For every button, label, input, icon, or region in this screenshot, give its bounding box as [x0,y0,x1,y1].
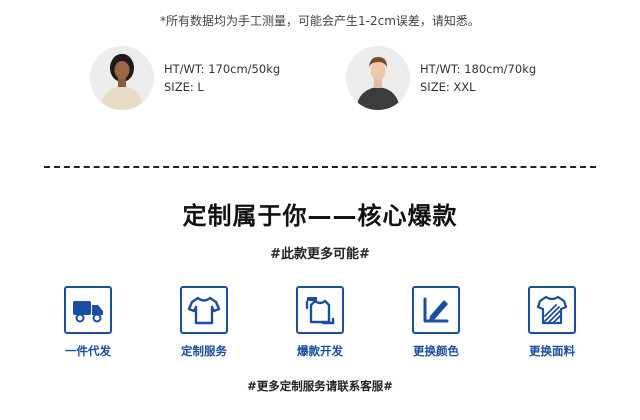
model-height-weight: HT/WT: 170cm/50kg [164,62,281,76]
model-card-male: HT/WT: 180cm/70kg SIZE: XXL [346,46,536,110]
feature-label: 定制服务 [181,344,227,358]
contact-service-note: #更多定制服务请联系客服# [247,379,393,393]
feature-label: 更换颜色 [413,344,459,358]
feature-label: 更换面料 [529,344,575,358]
tshirt-icon [180,286,228,334]
section-headline: 定制属于你——核心爆款 [182,202,458,230]
color-swatch-icon [412,286,460,334]
feature-bestseller-dev: 爆款开发 [280,286,360,359]
measurement-note: *所有数据均为手工测量，可能会产生1-2cm误差，请知悉。 [160,14,480,28]
feature-change-fabric: 更换面料 [512,286,592,359]
model-specs-male: HT/WT: 180cm/70kg SIZE: XXL [420,60,536,96]
feature-label: 一件代发 [65,344,111,358]
model-height-weight: HT/WT: 180cm/70kg [420,62,537,76]
model-specs-female: HT/WT: 170cm/50kg SIZE: L [164,60,280,96]
fabric-icon [528,286,576,334]
model-card-female: HT/WT: 170cm/50kg SIZE: L [90,46,280,110]
feature-custom-service: 定制服务 [164,286,244,359]
model-photo-male [346,46,410,110]
feature-change-color: 更换颜色 [396,286,476,359]
truck-icon [64,286,112,334]
model-size: SIZE: L [164,80,204,94]
feature-dropship: 一件代发 [48,286,128,359]
sweater-icon [296,286,344,334]
model-size: SIZE: XXL [420,80,476,94]
model-photo-female [90,46,154,110]
feature-label: 爆款开发 [297,344,343,358]
section-divider [44,166,596,168]
section-subhead: #此款更多可能# [270,247,370,262]
feature-list: 一件代发 定制服务 爆款开发 更换颜色 更换面料 [48,286,592,359]
